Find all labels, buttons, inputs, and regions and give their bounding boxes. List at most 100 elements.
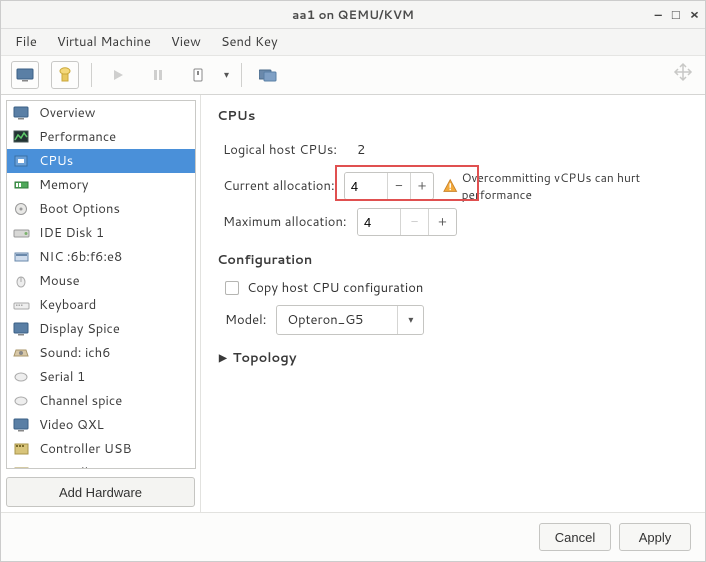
shutdown-menu-button[interactable] (184, 61, 212, 89)
shutdown-dropdown-icon[interactable]: ▾ (224, 68, 229, 82)
device-icon (13, 273, 31, 289)
device-icon (13, 417, 31, 433)
toolbar-separator-2 (241, 63, 242, 87)
sidebar-item-channel-spice[interactable]: Channel spice (7, 389, 195, 413)
window-controls: ‒ □ × (655, 1, 699, 29)
sidebar-item-label: Overview (39, 104, 95, 122)
device-icon (13, 153, 31, 169)
snapshots-button[interactable] (254, 61, 282, 89)
sidebar-item-keyboard[interactable]: Keyboard (7, 293, 195, 317)
sidebar-item-label: Display Spice (39, 320, 120, 338)
cpus-heading: CPUs (217, 107, 689, 125)
details-view-button[interactable] (51, 61, 79, 89)
sidebar-item-label: Mouse (39, 272, 80, 290)
sidebar: Overview Performance CPUs Memory Boot Option… (1, 95, 201, 512)
pause-button[interactable] (144, 61, 172, 89)
sidebar-item-controller-usb[interactable]: Controller USB (7, 437, 195, 461)
device-icon (13, 441, 31, 457)
fullscreen-icon[interactable] (673, 62, 693, 82)
minimize-button[interactable]: ‒ (655, 6, 662, 24)
sidebar-item-label: Boot Options (39, 200, 120, 218)
device-icon (13, 105, 31, 121)
max-allocation-minus-button[interactable]: − (400, 209, 428, 235)
menu-view[interactable]: View (171, 33, 201, 51)
sidebar-item-label: Sound: ich6 (39, 344, 110, 362)
cancel-button[interactable]: Cancel (539, 523, 611, 551)
close-button[interactable]: × (690, 6, 699, 24)
sidebar-item-overview[interactable]: Overview (7, 101, 195, 125)
run-button[interactable] (104, 61, 132, 89)
menu-file[interactable]: File (15, 33, 37, 51)
window-title: aa1 on QEMU/KVM (292, 6, 414, 23)
toolbar-separator (91, 63, 92, 87)
sidebar-item-cpus[interactable]: CPUs (7, 149, 195, 173)
vm-details-window: aa1 on QEMU/KVM ‒ □ × File Virtual Machi… (0, 0, 706, 562)
logical-cpus-value: 2 (357, 141, 365, 159)
sidebar-item-video-qxl[interactable]: Video QXL (7, 413, 195, 437)
menu-send-key[interactable]: Send Key (221, 33, 278, 51)
apply-button[interactable]: Apply (619, 523, 691, 551)
model-label: Model: (225, 311, 266, 329)
menubar: File Virtual Machine View Send Key (1, 29, 705, 55)
sidebar-item-display-spice[interactable]: Display Spice (7, 317, 195, 341)
max-allocation-input[interactable] (358, 209, 400, 235)
expander-triangle-icon: ▶ (219, 351, 227, 365)
model-combobox[interactable]: Opteron_G5 ▾ (276, 305, 424, 335)
console-view-button[interactable] (11, 61, 39, 89)
sidebar-item-performance[interactable]: Performance (7, 125, 195, 149)
sidebar-item-ide-disk-1[interactable]: IDE Disk 1 (7, 221, 195, 245)
current-allocation-plus-button[interactable]: + (410, 173, 433, 199)
maximize-button[interactable]: □ (672, 6, 680, 24)
sidebar-item-boot-options[interactable]: Boot Options (7, 197, 195, 221)
current-allocation-minus-button[interactable]: − (387, 173, 410, 199)
configuration-heading: Configuration (217, 251, 689, 269)
model-value: Opteron_G5 (277, 311, 397, 329)
sidebar-item-controller-pci[interactable]: Controller PCI (7, 461, 195, 469)
device-icon (13, 321, 31, 337)
sidebar-item-label: Performance (39, 128, 116, 146)
device-icon (13, 129, 31, 145)
menu-virtual-machine[interactable]: Virtual Machine (57, 33, 151, 51)
sidebar-item-label: Video QXL (39, 416, 104, 434)
details-panel: CPUs Logical host CPUs: 2 Current alloca… (201, 95, 705, 512)
sidebar-item-label: CPUs (39, 152, 73, 170)
button-bar: Cancel Apply (1, 512, 705, 561)
device-icon (13, 345, 31, 361)
sidebar-item-label: Keyboard (39, 296, 96, 314)
overcommit-warning-text: Overcommitting vCPUs can hurt performanc… (462, 169, 689, 203)
sidebar-item-label: NIC :6b:f6:e8 (39, 248, 122, 266)
logical-cpus-label: Logical host CPUs: (217, 141, 357, 159)
sidebar-item-memory[interactable]: Memory (7, 173, 195, 197)
chevron-down-icon: ▾ (397, 306, 423, 334)
topology-expander[interactable]: ▶ Topology (217, 349, 689, 367)
sidebar-item-label: Memory (39, 176, 88, 194)
copy-host-cpu-label: Copy host CPU configuration (247, 279, 423, 297)
titlebar: aa1 on QEMU/KVM ‒ □ × (1, 1, 705, 29)
topology-heading: Topology (233, 349, 297, 367)
content-area: Overview Performance CPUs Memory Boot Option… (1, 95, 705, 512)
sidebar-item-nic-6b-f6-e8[interactable]: NIC :6b:f6:e8 (7, 245, 195, 269)
current-allocation-label: Current allocation: (217, 177, 344, 195)
current-allocation-input[interactable] (345, 173, 387, 199)
device-icon (13, 177, 31, 193)
device-icon (13, 465, 31, 469)
copy-host-cpu-checkbox[interactable] (225, 281, 239, 295)
add-hardware-button[interactable]: Add Hardware (6, 477, 195, 507)
current-allocation-spinner: − + (344, 172, 434, 200)
sidebar-item-sound-ich6[interactable]: Sound: ich6 (7, 341, 195, 365)
device-icon (13, 369, 31, 385)
max-allocation-label: Maximum allocation: (217, 213, 357, 231)
sidebar-item-serial-1[interactable]: Serial 1 (7, 365, 195, 389)
sidebar-item-label: Serial 1 (39, 368, 85, 386)
sidebar-item-label: Channel spice (39, 392, 122, 410)
sidebar-item-mouse[interactable]: Mouse (7, 269, 195, 293)
warning-icon (443, 178, 457, 194)
device-icon (13, 249, 31, 265)
device-icon (13, 393, 31, 409)
max-allocation-plus-button[interactable]: + (428, 209, 456, 235)
max-allocation-spinner: − + (357, 208, 457, 236)
sidebar-item-label: IDE Disk 1 (39, 224, 104, 242)
device-icon (13, 201, 31, 217)
sidebar-item-label: Controller USB (39, 440, 132, 458)
hardware-list[interactable]: Overview Performance CPUs Memory Boot Option… (6, 100, 196, 469)
